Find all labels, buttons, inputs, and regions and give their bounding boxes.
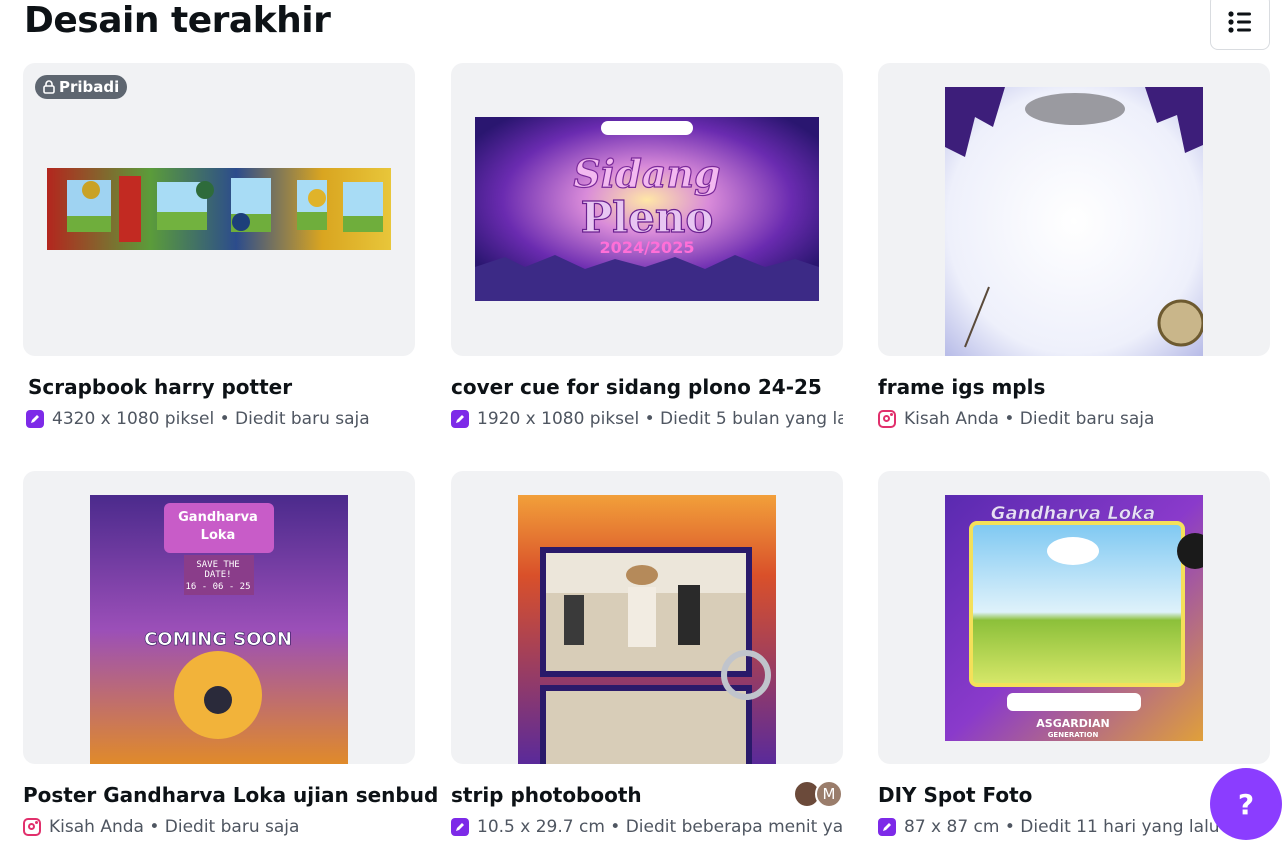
design-card[interactable]: Pribadi Scrapbook harry potter 4320 x 10…: [23, 63, 415, 429]
design-title[interactable]: Poster Gandharva Loka ujian senbud: [23, 783, 438, 807]
cover-title-line1: Sidang: [573, 151, 720, 196]
harry-potter-banner-image: [47, 168, 391, 250]
design-meta-text: 1920 x 1080 piksel • Diedit 5 bulan yang…: [477, 409, 843, 429]
design-thumbnail[interactable]: Sidang Pleno 2024/2025: [451, 63, 843, 356]
private-badge: Pribadi: [35, 75, 128, 99]
design-thumbnail[interactable]: Pribadi: [23, 63, 415, 356]
poster-title-1: Gandharva: [178, 510, 258, 525]
owl-frame-image: [945, 87, 1203, 356]
design-title[interactable]: DIY Spot Foto: [878, 783, 1032, 807]
edit-icon: [451, 818, 469, 836]
design-card[interactable]: strip photobooth M 10.5 x 29.7 cm • Died…: [451, 471, 843, 837]
avatar: M: [815, 780, 843, 808]
design-meta: Kisah Anda • Diedit baru saja: [23, 816, 415, 838]
design-meta-text: Kisah Anda • Diedit baru saja: [49, 817, 300, 837]
cover-year: 2024/2025: [600, 238, 695, 257]
design-title[interactable]: Scrapbook harry potter: [28, 375, 292, 399]
design-thumbnail[interactable]: [451, 471, 843, 764]
design-meta-text: Kisah Anda • Diedit baru saja: [904, 409, 1155, 429]
sidang-pleno-cover-image: Sidang Pleno 2024/2025: [475, 117, 819, 301]
design-meta: 4320 x 1080 piksel • Diedit baru saja: [26, 408, 418, 430]
design-card[interactable]: Gandharva Loka ASGARDIAN GENERATION DIY …: [878, 471, 1270, 837]
page-title: Desain terakhir: [24, 0, 331, 41]
design-card[interactable]: frame igs mpls Kisah Anda • Diedit baru …: [878, 63, 1270, 429]
design-card[interactable]: Gandharva Loka SAVE THE DATE! 16 - 06 - …: [23, 471, 438, 837]
help-button[interactable]: ?: [1210, 768, 1282, 840]
spot-foto-brand: ASGARDIAN: [1036, 717, 1109, 730]
list-view-toggle-button[interactable]: [1210, 0, 1270, 50]
help-label: ?: [1237, 787, 1255, 821]
design-meta-text: 87 x 87 cm • Diedit 11 hari yang lalu: [904, 817, 1220, 837]
collaborator-avatars: M: [793, 780, 843, 808]
gandharva-poster-image: Gandharva Loka SAVE THE DATE! 16 - 06 - …: [90, 495, 348, 764]
design-meta: Kisah Anda • Diedit baru saja: [878, 408, 1270, 430]
design-thumbnail[interactable]: Gandharva Loka SAVE THE DATE! 16 - 06 - …: [23, 471, 415, 764]
design-title[interactable]: strip photobooth: [451, 783, 642, 807]
edit-icon: [451, 410, 469, 428]
poster-date-label: DATE!: [204, 570, 231, 580]
poster-date: 16 - 06 - 25: [185, 582, 250, 592]
list-icon: [1228, 11, 1251, 33]
poster-coming-soon: COMING SOON: [144, 629, 292, 650]
design-meta: 87 x 87 cm • Diedit 11 hari yang lalu: [878, 816, 1270, 838]
avatar-initial: M: [822, 785, 836, 803]
edit-icon: [878, 818, 896, 836]
design-thumbnail[interactable]: Gandharva Loka ASGARDIAN GENERATION: [878, 471, 1270, 764]
edit-icon: [26, 410, 44, 428]
design-meta-text: 10.5 x 29.7 cm • Diedit beberapa menit y…: [477, 817, 843, 837]
instagram-icon: [878, 410, 896, 428]
spot-foto-brand-sub: GENERATION: [1048, 731, 1099, 739]
design-meta-text: 4320 x 1080 piksel • Diedit baru saja: [52, 409, 370, 429]
instagram-icon: [23, 818, 41, 836]
design-card[interactable]: Sidang Pleno 2024/2025 cover cue for sid…: [451, 63, 843, 429]
photobooth-strip-image: [518, 495, 776, 764]
design-meta: 10.5 x 29.7 cm • Diedit beberapa menit y…: [451, 816, 843, 838]
design-title[interactable]: frame igs mpls: [878, 375, 1045, 399]
diy-spot-foto-image: Gandharva Loka ASGARDIAN GENERATION: [945, 495, 1203, 741]
spot-foto-title: Gandharva Loka: [991, 503, 1156, 524]
design-meta: 1920 x 1080 piksel • Diedit 5 bulan yang…: [451, 408, 843, 430]
lock-icon: [43, 80, 55, 94]
poster-title-2: Loka: [201, 528, 236, 543]
poster-save-the: SAVE THE: [196, 560, 239, 570]
private-badge-label: Pribadi: [59, 78, 120, 96]
design-thumbnail[interactable]: [878, 63, 1270, 356]
design-title[interactable]: cover cue for sidang plono 24-25: [451, 375, 822, 399]
cover-title-line2: Pleno: [581, 193, 714, 242]
